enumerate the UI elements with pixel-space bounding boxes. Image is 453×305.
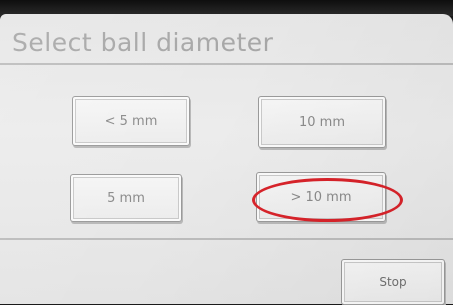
diameter-greater-than-10mm-button[interactable]: > 10 mm: [256, 172, 386, 222]
diameter-10mm-button[interactable]: 10 mm: [258, 96, 386, 148]
diameter-less-than-5mm-button[interactable]: < 5 mm: [72, 96, 190, 146]
page-title: Select ball diameter: [12, 28, 274, 57]
diameter-5mm-button[interactable]: 5 mm: [70, 174, 182, 222]
title-divider: [0, 63, 453, 65]
stop-button[interactable]: Stop: [341, 259, 445, 305]
touch-screen: Select ball diameter < 5 mm 10 mm 5 mm >…: [0, 14, 453, 305]
footer-divider: [0, 238, 453, 240]
